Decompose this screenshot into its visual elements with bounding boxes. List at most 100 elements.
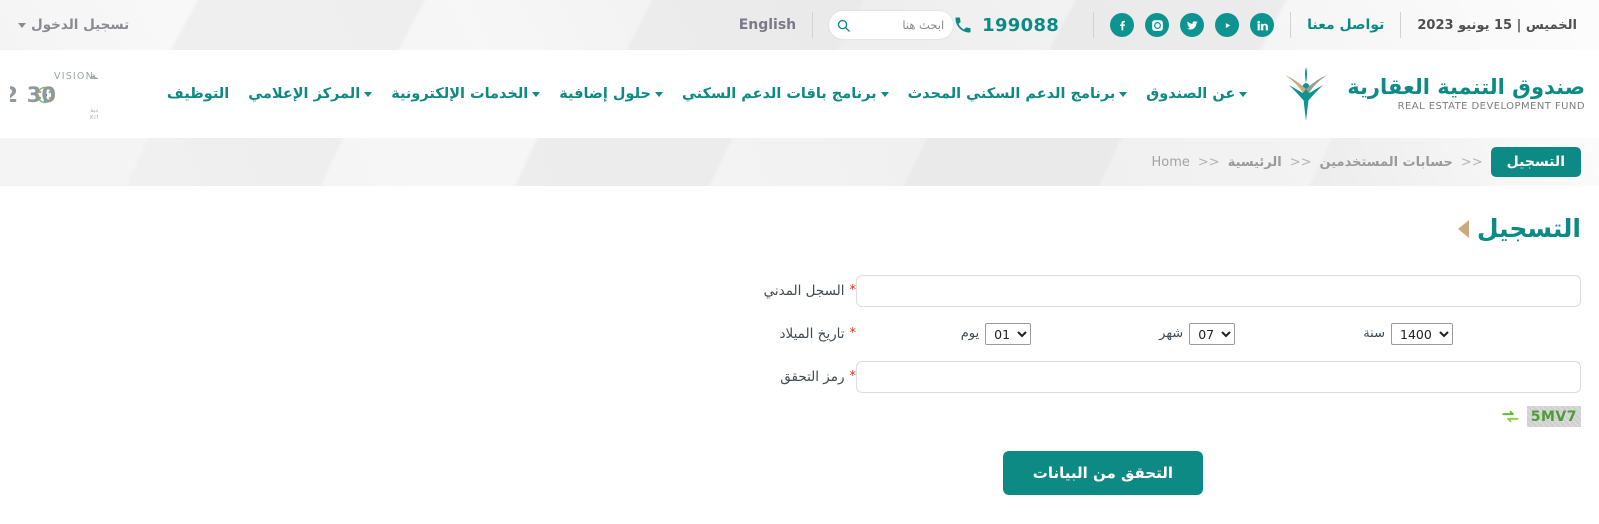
search-box[interactable] — [829, 11, 953, 39]
divider — [812, 12, 813, 38]
nav-item-label: التوظيف — [167, 86, 229, 102]
top-utility-bar: الخميس | 15 يونيو 2023 تواصل معنا 19908 — [0, 0, 1599, 50]
divider — [1093, 12, 1094, 38]
captcha-area: 5MV7 — [856, 406, 1581, 427]
verification-code-control — [856, 361, 1581, 393]
redf-palm-logo-icon — [1275, 63, 1337, 125]
registration-form: * السجل المدني 1400 سنة — [0, 269, 1599, 495]
hotline[interactable]: 199088 — [953, 15, 1059, 36]
breadcrumb-separator: << — [1461, 155, 1483, 170]
breadcrumb-item-home[interactable]: Home — [1152, 155, 1190, 170]
nav-item-label: عن الصندوق — [1146, 86, 1235, 102]
birthdate-day-label: يوم — [961, 326, 979, 341]
birthdate-month-unit: 07 شهر — [1159, 323, 1235, 345]
verification-code-label: رمز التحقق — [780, 369, 844, 385]
phone-icon — [953, 15, 973, 35]
required-marker: * — [850, 326, 857, 341]
required-marker: * — [850, 283, 857, 298]
twitter-icon[interactable] — [1180, 13, 1204, 37]
birthdate-year-label: سنة — [1363, 326, 1385, 341]
registration-page: التسجيل * السجل المدني 1400 — [0, 186, 1599, 495]
login-label: تسجيل الدخول — [31, 17, 129, 33]
login-menu[interactable]: تسجيل الدخول — [14, 17, 129, 33]
breadcrumb-item-main[interactable]: الرئيسية — [1228, 155, 1282, 170]
contact-us-link[interactable]: تواصل معنا — [1307, 17, 1384, 33]
nav-items: عن الصندوق برنامج الدعم السكني المحدث بر… — [167, 86, 1247, 102]
divider — [1400, 12, 1401, 38]
birthdate-month-label: شهر — [1159, 326, 1183, 341]
youtube-icon[interactable] — [1215, 13, 1239, 37]
brand-name-arabic: صندوق التنمية العقارية — [1347, 76, 1585, 98]
birthdate-year-unit: 1400 سنة — [1363, 323, 1453, 345]
chevron-down-icon — [881, 92, 889, 97]
page-title: التسجيل — [0, 214, 1599, 243]
nav-item-about[interactable]: عن الصندوق — [1146, 86, 1247, 102]
required-marker: * — [850, 369, 857, 384]
form-row-submit: التحقق من البيانات — [0, 427, 1599, 495]
breadcrumb: التسجيل << حسابات المستخدمين << الرئيسية… — [0, 138, 1599, 186]
vision-2030-logo: رؤيــــة VISION 2 30 المملكة العربية الس… — [10, 66, 98, 122]
birthdate-control: 1400 سنة 07 شهر 01 — [856, 323, 1581, 345]
chevron-down-icon — [18, 23, 26, 28]
birthdate-selects: 1400 سنة 07 شهر 01 — [856, 323, 1581, 345]
nav-item-label: المركز الإعلامي — [248, 86, 360, 102]
chevron-down-icon — [655, 92, 663, 97]
nav-item-label: الخدمات الإلكترونية — [391, 86, 528, 102]
form-row-verification-code: * رمز التحقق — [0, 355, 1599, 398]
birthdate-day-select[interactable]: 01 — [985, 323, 1031, 345]
national-id-input[interactable] — [856, 275, 1581, 307]
title-arrow-icon — [1458, 220, 1469, 238]
chevron-down-icon — [364, 92, 372, 97]
search-input[interactable] — [866, 18, 944, 32]
submit-wrapper: التحقق من البيانات — [856, 451, 1581, 495]
svg-text:30: 30 — [27, 83, 56, 107]
linkedin-icon[interactable] — [1250, 13, 1274, 37]
breadcrumb-separator: << — [1198, 155, 1220, 170]
instagram-icon[interactable] — [1145, 13, 1169, 37]
national-id-label: السجل المدني — [764, 283, 845, 299]
birthdate-label: تاريخ الميلاد — [780, 326, 845, 342]
birthdate-month-select[interactable]: 07 — [1189, 323, 1235, 345]
svg-text:المملكة العربية السعودية: المملكة العربية السعودية — [90, 106, 98, 114]
social-links — [1110, 13, 1274, 37]
divider — [1290, 12, 1291, 38]
nav-item-media-center[interactable]: المركز الإعلامي — [248, 86, 372, 102]
nav-item-additional-solutions[interactable]: حلول إضافية — [559, 86, 663, 102]
breadcrumb-bar: التسجيل << حسابات المستخدمين << الرئيسية… — [0, 138, 1599, 186]
spacer — [666, 406, 856, 427]
current-date: الخميس | 15 يونيو 2023 — [1417, 18, 1577, 33]
facebook-icon[interactable] — [1110, 13, 1134, 37]
brand-name-english: REAL ESTATE DEVELOPMENT FUND — [1347, 101, 1585, 112]
search-icon[interactable] — [836, 18, 851, 33]
breadcrumb-active-item[interactable]: التسجيل — [1491, 147, 1581, 177]
captcha-refresh-icon[interactable] — [1501, 407, 1520, 426]
site-logo[interactable]: صندوق التنمية العقارية REAL ESTATE DEVEL… — [1275, 63, 1585, 125]
chevron-down-icon — [1119, 92, 1127, 97]
breadcrumb-item-user-accounts[interactable]: حسابات المستخدمين — [1320, 155, 1453, 170]
main-navigation-bar: صندوق التنمية العقارية REAL ESTATE DEVEL… — [0, 50, 1599, 138]
chevron-down-icon — [1239, 92, 1247, 97]
nav-item-updated-housing-support[interactable]: برنامج الدعم السكني المحدث — [908, 86, 1128, 102]
nav-item-housing-packages[interactable]: برنامج باقات الدعم السكني — [682, 86, 889, 102]
chevron-down-icon — [532, 92, 540, 97]
verification-code-label-wrap: * رمز التحقق — [666, 369, 856, 385]
svg-text:VISION: VISION — [54, 71, 94, 82]
verification-code-input[interactable] — [856, 361, 1581, 393]
svg-text:KINGDOM OF SAUDI ARABIA: KINGDOM OF SAUDI ARABIA — [90, 115, 98, 121]
birthdate-year-select[interactable]: 1400 — [1391, 323, 1453, 345]
form-row-captcha: 5MV7 — [0, 398, 1599, 427]
form-row-birthdate: 1400 سنة 07 شهر 01 — [0, 312, 1599, 355]
national-id-label-wrap: * السجل المدني — [666, 283, 856, 299]
national-id-control — [856, 275, 1581, 307]
nav-item-e-services[interactable]: الخدمات الإلكترونية — [391, 86, 540, 102]
nav-item-label: برنامج باقات الدعم السكني — [682, 86, 877, 102]
page-title-text: التسجيل — [1477, 214, 1581, 243]
breadcrumb-separator: << — [1290, 155, 1312, 170]
birthdate-day-unit: 01 يوم — [961, 323, 1031, 345]
phone-number: 199088 — [982, 15, 1059, 36]
nav-item-label: حلول إضافية — [559, 86, 651, 102]
form-row-national-id: * السجل المدني — [0, 269, 1599, 312]
nav-item-careers[interactable]: التوظيف — [167, 86, 229, 102]
verify-data-button[interactable]: التحقق من البيانات — [1003, 451, 1203, 495]
language-switch-link[interactable]: English — [739, 17, 796, 33]
